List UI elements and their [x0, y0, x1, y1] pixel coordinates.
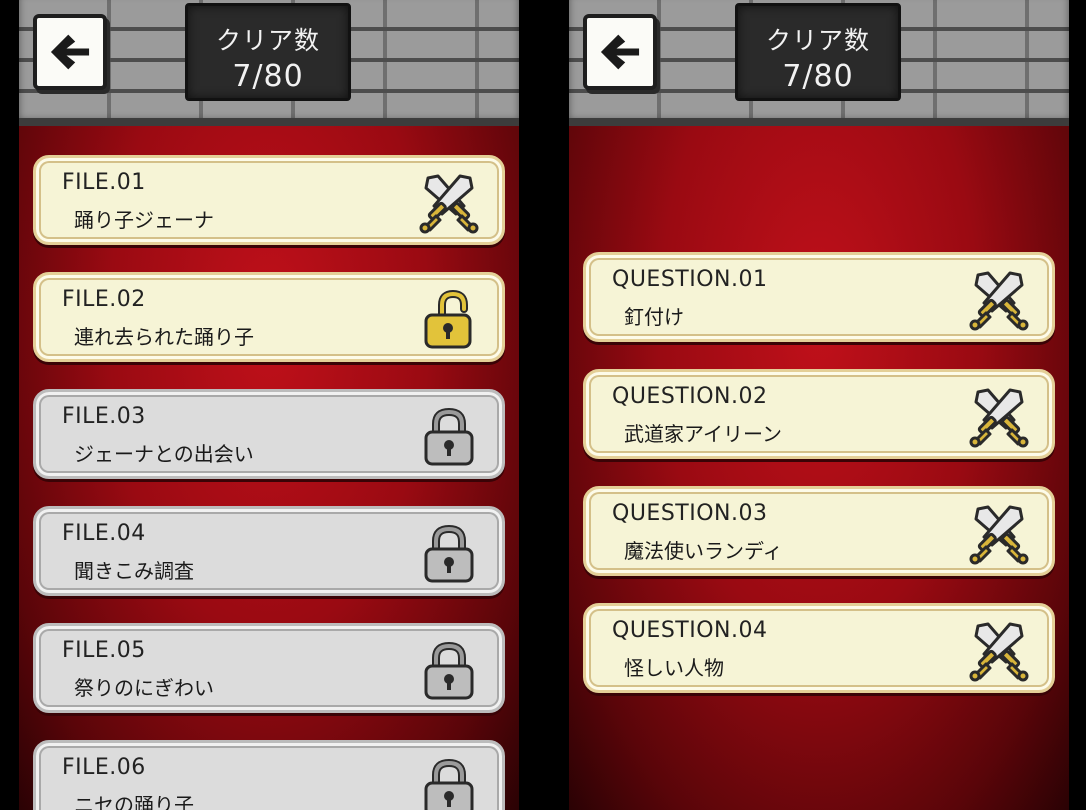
left-arrow-icon: [594, 26, 646, 78]
item-title: 釘付け: [624, 305, 684, 329]
padlock-icon: [418, 757, 480, 810]
clear-counter-title: クリア数: [765, 26, 870, 55]
back-button[interactable]: [583, 14, 657, 90]
list-item[interactable]: QUESTION.02 武道家アイリーン: [583, 369, 1055, 459]
item-title: 連れ去られた踊り子: [74, 325, 254, 349]
padlock-icon: [418, 640, 480, 702]
list-item[interactable]: FILE.01 踊り子ジェーナ: [33, 155, 505, 245]
item-title: 怪しい人物: [624, 656, 724, 680]
item-title: 聞きこみ調査: [74, 559, 194, 583]
clear-counter-value: 7/80: [232, 59, 304, 94]
item-id: FILE.01: [62, 170, 146, 195]
crossed-swords-icon: [968, 503, 1030, 565]
list-item[interactable]: FILE.03 ジェーナとの出会い: [33, 389, 505, 479]
item-title: ニセの踊り子: [74, 793, 194, 810]
list-item[interactable]: FILE.05 祭りのにぎわい: [33, 623, 505, 713]
item-id: FILE.03: [62, 404, 146, 429]
open-padlock-icon: [418, 289, 480, 351]
item-id: QUESTION.04: [612, 618, 768, 643]
list-item[interactable]: FILE.02 連れ去られた踊り子: [33, 272, 505, 362]
crossed-swords-icon: [968, 386, 1030, 448]
list-item[interactable]: QUESTION.01 釘付け: [583, 252, 1055, 342]
question-list-screen: クリア数 7/80 QUESTION.01 釘付け QUESTION.02 武道…: [569, 0, 1069, 810]
item-title: 踊り子ジェーナ: [74, 208, 214, 232]
item-id: FILE.06: [62, 755, 146, 780]
clear-counter-title: クリア数: [215, 26, 320, 55]
list-item[interactable]: QUESTION.04 怪しい人物: [583, 603, 1055, 693]
back-button[interactable]: [33, 14, 107, 90]
file-list-screen: クリア数 7/80 FILE.01 踊り子ジェーナ FILE.02 連れ去られた…: [19, 0, 519, 810]
clear-counter: クリア数 7/80: [185, 3, 351, 101]
item-title: 武道家アイリーン: [624, 422, 782, 446]
list-item[interactable]: FILE.04 聞きこみ調査: [33, 506, 505, 596]
item-id: FILE.02: [62, 287, 146, 312]
clear-counter: クリア数 7/80: [735, 3, 901, 101]
padlock-icon: [418, 406, 480, 468]
crossed-swords-icon: [968, 269, 1030, 331]
crossed-swords-icon: [418, 172, 480, 234]
left-arrow-icon: [44, 26, 96, 78]
padlock-icon: [418, 523, 480, 585]
list-item[interactable]: QUESTION.03 魔法使いランディ: [583, 486, 1055, 576]
item-id: QUESTION.01: [612, 267, 768, 292]
item-id: FILE.04: [62, 521, 146, 546]
item-id: QUESTION.02: [612, 384, 768, 409]
item-id: FILE.05: [62, 638, 146, 663]
list-item[interactable]: FILE.06 ニセの踊り子: [33, 740, 505, 810]
item-title: ジェーナとの出会い: [74, 442, 254, 466]
item-title: 祭りのにぎわい: [74, 676, 214, 700]
clear-counter-value: 7/80: [782, 59, 854, 94]
crossed-swords-icon: [968, 620, 1030, 682]
item-id: QUESTION.03: [612, 501, 768, 526]
item-title: 魔法使いランディ: [624, 539, 783, 563]
